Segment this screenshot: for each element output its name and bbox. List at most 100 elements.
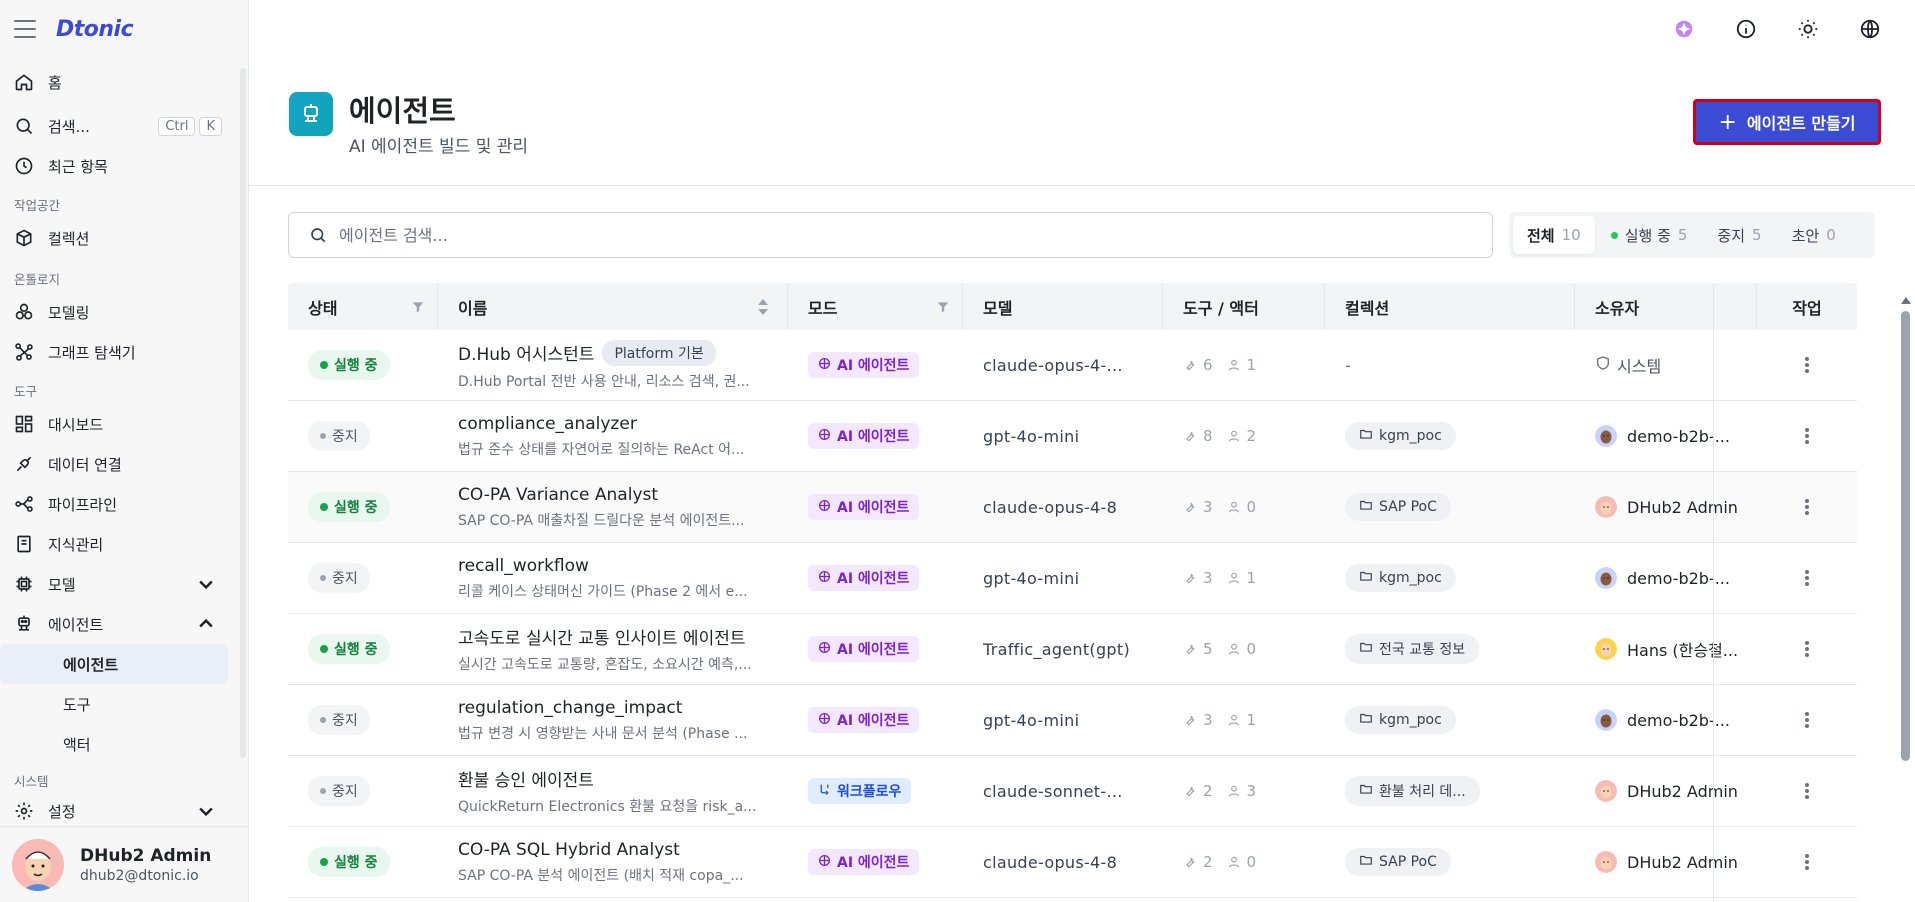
owner-name: demo-b2b-... [1627, 426, 1730, 446]
table-row[interactable]: 중지 compliance_analyzer 법규 준수 상태를 자연어로 질의하는… [288, 401, 1857, 472]
col-mode[interactable]: 모드 [788, 283, 963, 330]
sidebar-item-search[interactable]: 검색... Ctrl K [0, 106, 248, 146]
table-row[interactable]: 중지 recall_workflow 리콜 케이스 상태머신 가이드 (Phase … [288, 543, 1857, 614]
sidebar-subitem-tools[interactable]: 도구 [0, 684, 248, 724]
sidebar-item-home[interactable]: 홈 [0, 58, 248, 106]
filter-tab-all[interactable]: 전체 10 [1513, 216, 1595, 254]
sidebar-item-model[interactable]: 모델 [0, 564, 248, 604]
sort-icon[interactable] [757, 298, 769, 316]
collection-tag[interactable]: SAP PoC [1345, 848, 1451, 876]
sidebar-item-pipeline[interactable]: 파이프라인 [0, 484, 248, 524]
col-model[interactable]: 모델 [963, 283, 1163, 330]
table-header: 상태 이름 모드 모델 도구 / 액터 컬렉션 소유자 작업 [288, 283, 1857, 330]
chevron-up-icon[interactable] [196, 614, 216, 634]
agent-name[interactable]: D.Hub 어시스턴트 [458, 340, 594, 365]
filter-icon[interactable] [936, 300, 950, 314]
filter-tab-running[interactable]: 실행 중 5 [1597, 216, 1702, 254]
chip-icon [14, 574, 34, 594]
sidebar-item-label: 모델링 [48, 303, 90, 322]
cell-name[interactable]: 환불 승인 에이전트 QuickReturn Electronics 환불 요청을… [438, 756, 788, 827]
main-scrollbar[interactable] [1901, 297, 1911, 902]
table-row[interactable]: 중지 regulation_change_impact 법규 변경 시 영향받는 사… [288, 685, 1857, 756]
collection-tag[interactable]: kgm_poc [1345, 564, 1456, 592]
table-row[interactable]: 실행 중 CO-PA Variance Analyst SAP CO-PA 매출차질… [288, 472, 1857, 543]
col-owner[interactable]: 소유자 [1575, 283, 1757, 330]
mode-label: AI 에이전트 [837, 358, 910, 374]
sidebar-item-collection[interactable]: 컬렉션 [0, 218, 248, 258]
table-row[interactable]: 중지 환불 승인 에이전트 QuickReturn Electronics 환불 요… [288, 756, 1857, 827]
cell-name[interactable]: regulation_change_impact 법규 변경 시 영향받는 사내 … [438, 685, 788, 756]
kebab-icon[interactable] [1805, 570, 1809, 586]
agent-name[interactable]: 고속도로 실시간 교통 인사이트 에이전트 [458, 624, 746, 649]
hamburger-icon[interactable] [14, 20, 36, 38]
ai-sparkle-icon[interactable] [1673, 18, 1695, 40]
create-agent-button[interactable]: + 에이전트 만들기 [1693, 99, 1881, 145]
agent-name[interactable]: recall_workflow [458, 556, 589, 576]
sidebar-subitem-actors[interactable]: 액터 [0, 724, 248, 764]
user-profile[interactable]: DHub2 Admin dhub2@dtonic.io [0, 826, 248, 902]
cell-name[interactable]: CO-PA Variance Analyst SAP CO-PA 매출차질 드릴다… [438, 472, 788, 543]
search-input[interactable] [339, 225, 1439, 245]
table-row[interactable]: 실행 중 CO-PA SQL Hybrid Analyst SAP CO-PA 분석… [288, 827, 1857, 898]
col-status[interactable]: 상태 [288, 283, 438, 330]
collection-tag[interactable]: kgm_poc [1345, 706, 1456, 734]
table-row[interactable]: 실행 중 D.Hub 어시스턴트 Platform 기본 D.Hub Portal 전… [288, 330, 1857, 401]
sidebar-item-data-connection[interactable]: 데이터 연결 [0, 444, 248, 484]
running-dot-icon [1610, 231, 1618, 239]
sidebar-item-recent[interactable]: 최근 항목 [0, 146, 248, 186]
cell-name[interactable]: compliance_analyzer 법규 준수 상태를 자연어로 질의하는 R… [438, 401, 788, 472]
col-name[interactable]: 이름 [438, 283, 788, 330]
sidebar-item-dashboard[interactable]: 대시보드 [0, 404, 248, 444]
search-box[interactable] [288, 212, 1493, 258]
actor-count: 0 [1227, 640, 1256, 658]
cell-name[interactable]: 고속도로 실시간 교통 인사이트 에이전트 실시간 고속도로 교통량, 혼잡도, … [438, 614, 788, 685]
filter-count: 5 [1752, 226, 1762, 244]
chevron-down-icon[interactable] [196, 801, 216, 821]
sidebar-item-graph[interactable]: 그래프 탐색기 [0, 332, 248, 372]
actor-count: 1 [1227, 569, 1256, 587]
kebab-icon[interactable] [1805, 428, 1809, 444]
filter-icon[interactable] [411, 300, 425, 314]
sun-icon[interactable] [1797, 18, 1819, 40]
agent-name[interactable]: CO-PA Variance Analyst [458, 485, 658, 505]
scrollbar-thumb[interactable] [1901, 311, 1910, 761]
agent-name[interactable]: 환불 승인 에이전트 [458, 766, 594, 791]
kebab-icon[interactable] [1805, 854, 1809, 870]
app-logo[interactable]: Dtonic [56, 17, 134, 42]
collection-tag[interactable]: kgm_poc [1345, 422, 1456, 450]
agent-name[interactable]: CO-PA SQL Hybrid Analyst [458, 840, 680, 860]
cell-name[interactable]: recall_workflow 리콜 케이스 상태머신 가이드 (Phase 2 … [438, 543, 788, 614]
sidebar-item-agent[interactable]: 에이전트 [0, 604, 248, 644]
col-tools-actors[interactable]: 도구 / 액터 [1163, 283, 1325, 330]
collection-tag[interactable]: 환불 처리 데... [1345, 776, 1480, 806]
kebab-icon[interactable] [1805, 641, 1809, 657]
cell-owner: DHub2 Admin [1575, 827, 1757, 898]
kebab-icon[interactable] [1805, 499, 1809, 515]
status-badge: 중지 [308, 776, 370, 806]
collection-tag[interactable]: 전국 교통 정보 [1345, 634, 1480, 664]
filter-tab-draft[interactable]: 초안 0 [1778, 216, 1850, 254]
chevron-down-icon[interactable] [196, 574, 216, 594]
sidebar-item-modeling[interactable]: 모델링 [0, 292, 248, 332]
mode-label: AI 에이전트 [837, 713, 910, 729]
info-icon[interactable] [1735, 18, 1757, 40]
sidebar-item-settings[interactable]: 설정 [0, 794, 248, 828]
agent-name[interactable]: compliance_analyzer [458, 414, 637, 434]
kebab-icon[interactable] [1805, 712, 1809, 728]
agent-name[interactable]: regulation_change_impact [458, 698, 682, 718]
kebab-icon[interactable] [1805, 357, 1809, 373]
globe-icon[interactable] [1859, 18, 1881, 40]
sidebar-scrollbar[interactable] [240, 68, 246, 758]
kebab-icon[interactable] [1805, 783, 1809, 799]
filter-tab-stopped[interactable]: 중지 5 [1703, 216, 1775, 254]
collection-tag[interactable]: SAP PoC [1345, 493, 1451, 521]
sidebar-subitem-agents[interactable]: 에이전트 [0, 644, 228, 684]
col-collection[interactable]: 컬렉션 [1325, 283, 1575, 330]
sidebar-item-knowledge[interactable]: 지식관리 [0, 524, 248, 564]
status-label: 중지 [332, 571, 358, 587]
table-row[interactable]: 실행 중 고속도로 실시간 교통 인사이트 에이전트 실시간 고속도로 교통량, 혼… [288, 614, 1857, 685]
cell-name[interactable]: D.Hub 어시스턴트 Platform 기본 D.Hub Portal 전반 사용… [438, 330, 788, 401]
scroll-up-icon[interactable] [1901, 297, 1911, 304]
clock-icon [14, 156, 34, 176]
cell-name[interactable]: CO-PA SQL Hybrid Analyst SAP CO-PA 분석 에이전… [438, 827, 788, 898]
